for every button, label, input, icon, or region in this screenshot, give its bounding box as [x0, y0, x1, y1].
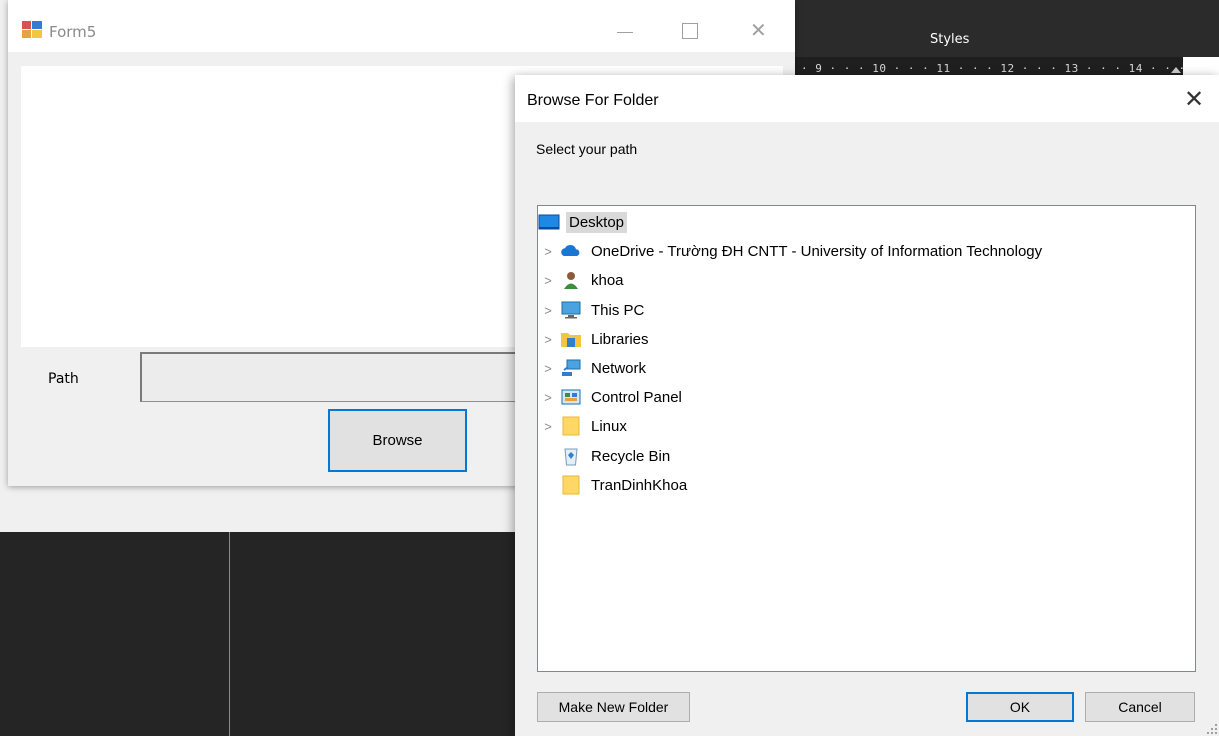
resize-grip[interactable]: [1207, 724, 1217, 734]
ruler-ticks: · 9 · · · 10 · · · 11 · · · 12 · · · 13 …: [801, 62, 1219, 75]
ok-button[interactable]: OK: [966, 692, 1074, 722]
dialog-description: Select your path: [536, 141, 638, 157]
tree-item-onedrive[interactable]: > OneDrive - Trường ĐH CNTT - University…: [542, 238, 1045, 264]
tree-item-label: khoa: [591, 271, 624, 289]
pane-divider[interactable]: [229, 532, 230, 736]
tree-item-trandinhkhoa[interactable]: TranDinhKhoa: [560, 472, 690, 498]
folder-icon: [560, 475, 582, 495]
chevron-right-icon[interactable]: >: [542, 303, 554, 318]
tree-item-label: Libraries: [591, 330, 649, 348]
close-button[interactable]: ✕: [750, 20, 767, 40]
libraries-icon: [560, 329, 582, 349]
tree-item-label: This PC: [591, 301, 645, 319]
dialog-close-button[interactable]: ✕: [1179, 85, 1209, 113]
control-panel-icon: [560, 387, 582, 407]
tree-item-libraries[interactable]: > Libraries: [542, 326, 652, 352]
dialog-titlebar[interactable]: Browse For Folder ✕: [515, 75, 1219, 122]
tree-item-recycle-bin[interactable]: Recycle Bin: [560, 443, 673, 469]
recycle-bin-icon: [560, 446, 582, 466]
chevron-right-icon[interactable]: >: [542, 361, 554, 376]
tree-item-label: Recycle Bin: [591, 447, 671, 465]
chevron-right-icon[interactable]: >: [542, 244, 554, 259]
user-icon: [560, 270, 582, 290]
tree-item-label: Linux: [591, 417, 627, 435]
form5-title: Form5: [49, 23, 97, 41]
tree-item-label: Desktop: [566, 211, 628, 233]
tree-item-label: OneDrive - Trường ĐH CNTT - University o…: [591, 242, 1043, 260]
tree-item-label: Network: [591, 359, 647, 377]
cancel-button[interactable]: Cancel: [1085, 692, 1195, 722]
tree-item-control-panel[interactable]: > Control Panel: [542, 384, 685, 410]
network-icon: [560, 358, 582, 378]
background-dark-pane: [0, 532, 515, 736]
computer-icon: [560, 300, 582, 320]
tree-item-khoa[interactable]: > khoa: [542, 267, 627, 293]
onedrive-cloud-icon: [560, 241, 582, 261]
folder-tree[interactable]: Desktop > OneDrive - Trường ĐH CNTT - Un…: [537, 205, 1196, 672]
dialog-title: Browse For Folder: [527, 92, 659, 109]
chevron-right-icon[interactable]: >: [542, 273, 554, 288]
chevron-right-icon[interactable]: >: [542, 419, 554, 434]
chevron-right-icon[interactable]: >: [542, 390, 554, 405]
make-new-folder-button[interactable]: Make New Folder: [537, 692, 690, 722]
tree-item-this-pc[interactable]: > This PC: [542, 297, 647, 323]
folder-icon: [560, 416, 582, 436]
app-form-icon: [22, 21, 42, 38]
desktop-icon: [538, 212, 560, 232]
browse-button[interactable]: Browse: [328, 409, 467, 472]
tree-item-desktop[interactable]: Desktop: [538, 209, 628, 235]
tree-item-network[interactable]: > Network: [542, 355, 649, 381]
styles-label: Styles: [930, 32, 970, 47]
minimize-button[interactable]: [617, 23, 633, 39]
tree-item-label: Control Panel: [591, 388, 682, 406]
browse-for-folder-dialog: Browse For Folder ✕ Select your path Des…: [515, 75, 1219, 736]
tree-item-label: TranDinhKhoa: [591, 476, 688, 494]
form5-titlebar[interactable]: Form5 ✕: [8, 0, 795, 52]
maximize-button[interactable]: [682, 23, 698, 39]
chevron-right-icon[interactable]: >: [542, 332, 554, 347]
path-label: Path: [48, 371, 79, 387]
styles-pane-header: [795, 0, 1219, 57]
tree-item-linux[interactable]: > Linux: [542, 413, 630, 439]
